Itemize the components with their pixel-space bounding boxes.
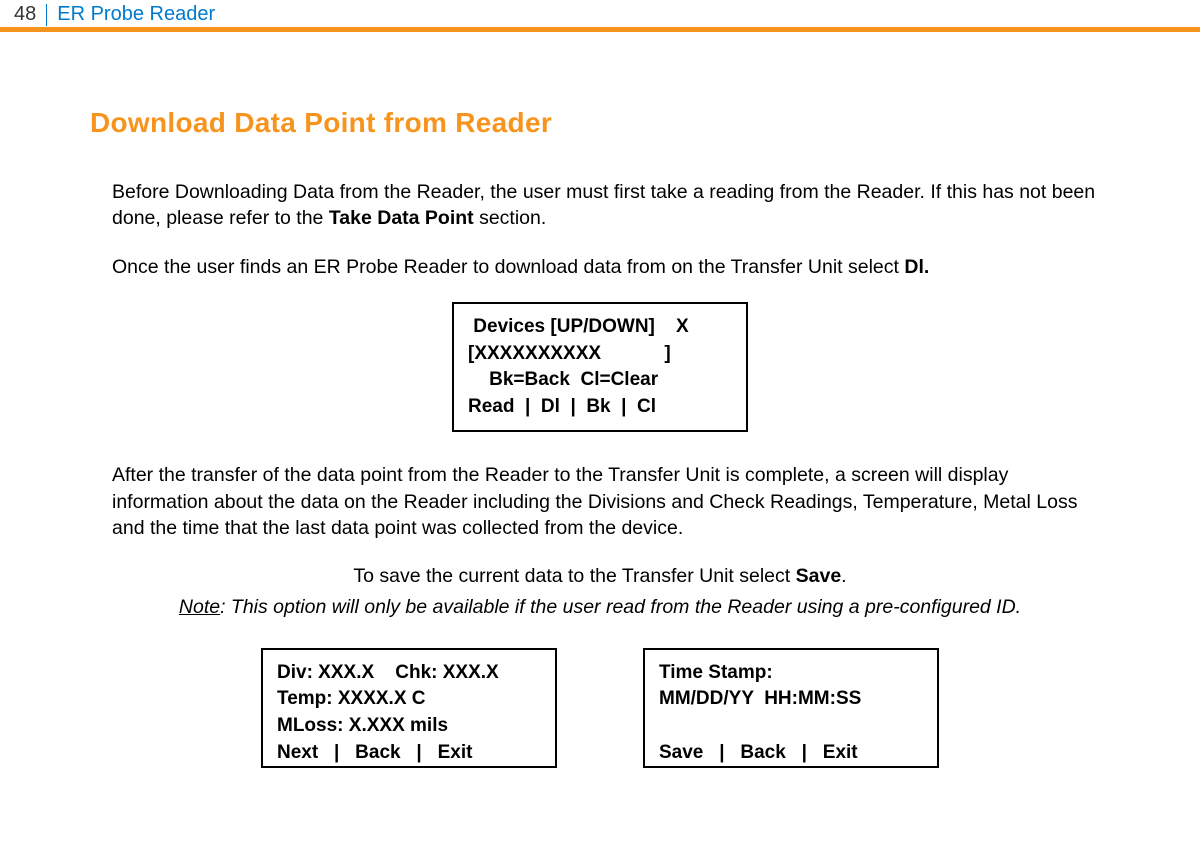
page-header: 48 ER Probe Reader — [0, 0, 1200, 32]
save-bold: Save — [796, 565, 842, 587]
data-screen: Div: XXX.X Chk: XXX.X Temp: XXXX.X C MLo… — [261, 648, 557, 768]
paragraph-select-dl: Once the user finds an ER Probe Reader t… — [112, 254, 1110, 280]
p1-text-2: section. — [474, 207, 547, 229]
timestamp-screen: Time Stamp: MM/DD/YY HH:MM:SS Save | Bac… — [643, 648, 939, 768]
devices-line-3: Bk=Back Cl=Clear — [468, 367, 732, 394]
devices-line-2: [XXXXXXXXXX ] — [468, 341, 732, 368]
paragraph-intro: Before Downloading Data from the Reader,… — [112, 179, 1110, 232]
devices-line-1: Devices [UP/DOWN] X — [468, 314, 732, 341]
p2-text-1: Once the user finds an ER Probe Reader t… — [112, 256, 904, 278]
ts-line-3 — [659, 713, 923, 740]
note-rest: : This option will only be available if … — [220, 596, 1021, 618]
save-text-2: . — [841, 565, 846, 587]
save-instruction: To save the current data to the Transfer… — [90, 563, 1110, 589]
header-title: ER Probe Reader — [47, 3, 215, 26]
p1-bold: Take Data Point — [329, 207, 474, 229]
devices-line-4: Read | Dl | Bk | Cl — [468, 394, 732, 421]
data-line-2: Temp: XXXX.X C — [277, 686, 541, 713]
ts-line-4: Save | Back | Exit — [659, 740, 923, 767]
section-title: Download Data Point from Reader — [90, 107, 1110, 139]
page-number: 48 — [14, 4, 47, 26]
ts-line-1: Time Stamp: — [659, 660, 923, 687]
note-line: Note: This option will only be available… — [90, 594, 1110, 620]
save-text-1: To save the current data to the Transfer… — [353, 565, 795, 587]
bottom-screens-row: Div: XXX.X Chk: XXX.X Temp: XXXX.X C MLo… — [90, 648, 1110, 768]
ts-line-2: MM/DD/YY HH:MM:SS — [659, 686, 923, 713]
devices-screen: Devices [UP/DOWN] X [XXXXXXXXXX ] Bk=Bac… — [452, 302, 748, 432]
data-line-4: Next | Back | Exit — [277, 740, 541, 767]
content-area: Download Data Point from Reader Before D… — [0, 32, 1200, 768]
devices-screen-container: Devices [UP/DOWN] X [XXXXXXXXXX ] Bk=Bac… — [90, 302, 1110, 432]
p1-text-1: Before Downloading Data from the Reader,… — [112, 181, 1095, 229]
note-underline: Note — [179, 596, 220, 618]
p2-bold: Dl. — [904, 256, 929, 278]
data-line-1: Div: XXX.X Chk: XXX.X — [277, 660, 541, 687]
data-line-3: MLoss: X.XXX mils — [277, 713, 541, 740]
paragraph-after-transfer: After the transfer of the data point fro… — [112, 462, 1110, 541]
